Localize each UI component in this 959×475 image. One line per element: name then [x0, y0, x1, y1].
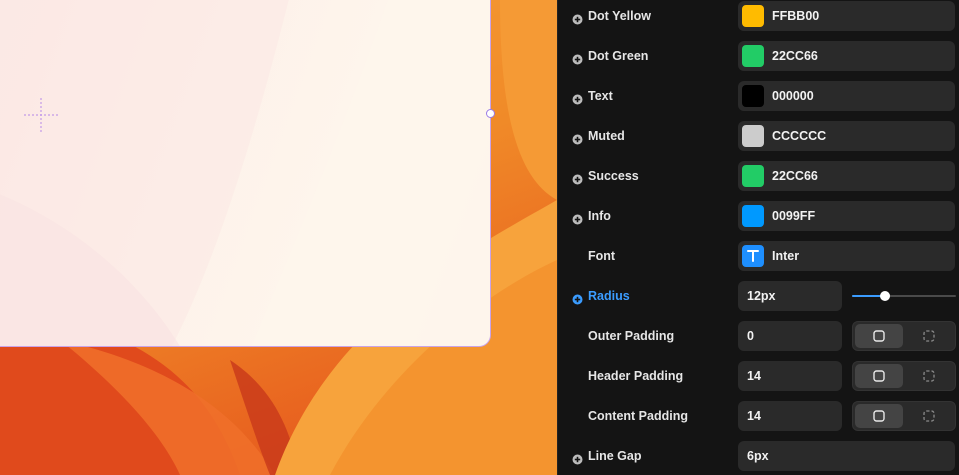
resize-handle[interactable]	[486, 109, 495, 118]
individual-padding-icon	[923, 330, 935, 342]
crosshair-icon	[24, 98, 58, 132]
individual-padding-icon	[923, 370, 935, 382]
property-label: Font	[588, 249, 616, 263]
content-padding-value: 14	[747, 409, 761, 423]
color-hex-value: 22CC66	[772, 49, 818, 63]
uniform-padding-icon	[873, 330, 885, 342]
property-label: Info	[588, 209, 611, 223]
property-row-muted: Muted CCCCCC	[558, 120, 959, 160]
individual-padding-option[interactable]	[905, 324, 953, 348]
property-row-dot-green: Dot Green 22CC66	[558, 40, 959, 80]
individual-padding-option[interactable]	[905, 364, 953, 388]
radius-input[interactable]: 12px	[738, 281, 842, 311]
canvas-area[interactable]	[0, 0, 557, 475]
add-circle-icon[interactable]	[572, 214, 584, 226]
property-label: Header Padding	[588, 369, 684, 383]
add-circle-icon[interactable]	[572, 54, 584, 66]
add-circle-icon[interactable]	[572, 174, 584, 186]
property-label: Content Padding	[588, 409, 688, 423]
property-label: Dot Yellow	[588, 9, 651, 23]
header-padding-mode-toggle[interactable]	[852, 361, 956, 391]
dot-green-color-field[interactable]: 22CC66	[738, 41, 955, 71]
add-circle-icon[interactable]	[572, 94, 584, 106]
header-padding-input[interactable]: 14	[738, 361, 842, 391]
uniform-padding-option[interactable]	[855, 364, 903, 388]
text-type-icon	[742, 245, 764, 267]
info-color-field[interactable]: 0099FF	[738, 201, 955, 231]
success-color-field[interactable]: 22CC66	[738, 161, 955, 191]
property-row-text: Text 000000	[558, 80, 959, 120]
uniform-padding-icon	[873, 370, 885, 382]
content-padding-mode-toggle[interactable]	[852, 401, 956, 431]
add-circle-icon[interactable]	[572, 14, 584, 26]
property-row-font: Font Inter	[558, 240, 959, 280]
color-swatch[interactable]	[742, 5, 764, 27]
property-row-success: Success 22CC66	[558, 160, 959, 200]
properties-panel: Dot Yellow FFBB00 Dot Green 22CC66 Text …	[557, 0, 959, 475]
text-color-field[interactable]: 000000	[738, 81, 955, 111]
property-label: Success	[588, 169, 639, 183]
individual-padding-icon	[923, 410, 935, 422]
property-row-radius: Radius 12px	[558, 280, 959, 320]
property-label: Text	[588, 89, 613, 103]
property-row-content-padding: Content Padding 14	[558, 400, 959, 440]
uniform-padding-icon	[873, 410, 885, 422]
line-gap-input[interactable]: 6px	[738, 441, 955, 471]
color-hex-value: 22CC66	[772, 169, 818, 183]
property-row-line-gap: Line Gap 6px	[558, 440, 959, 475]
slider-thumb[interactable]	[880, 291, 890, 301]
content-padding-input[interactable]: 14	[738, 401, 842, 431]
canvas-frame[interactable]	[0, 0, 491, 347]
add-circle-icon[interactable]	[572, 134, 584, 146]
color-swatch[interactable]	[742, 45, 764, 67]
property-row-dot-yellow: Dot Yellow FFBB00	[558, 0, 959, 40]
header-padding-value: 14	[747, 369, 761, 383]
line-gap-value: 6px	[747, 449, 769, 463]
uniform-padding-option[interactable]	[855, 324, 903, 348]
outer-padding-mode-toggle[interactable]	[852, 321, 956, 351]
property-row-outer-padding: Outer Padding 0	[558, 320, 959, 360]
outer-padding-input[interactable]: 0	[738, 321, 842, 351]
color-swatch[interactable]	[742, 165, 764, 187]
property-label: Muted	[588, 129, 625, 143]
outer-padding-value: 0	[747, 329, 754, 343]
property-label: Outer Padding	[588, 329, 675, 343]
add-circle-icon[interactable]	[572, 454, 584, 466]
color-hex-value: 000000	[772, 89, 814, 103]
property-row-info: Info 0099FF	[558, 200, 959, 240]
font-name: Inter	[772, 249, 800, 263]
uniform-padding-option[interactable]	[855, 404, 903, 428]
add-circle-icon[interactable]	[572, 294, 584, 306]
color-hex-value: CCCCCC	[772, 129, 827, 143]
color-swatch[interactable]	[742, 205, 764, 227]
color-swatch[interactable]	[742, 85, 764, 107]
radius-slider[interactable]	[852, 288, 956, 304]
individual-padding-option[interactable]	[905, 404, 953, 428]
font-select[interactable]: Inter	[738, 241, 955, 271]
color-hex-value: FFBB00	[772, 9, 820, 23]
dot-yellow-color-field[interactable]: FFBB00	[738, 1, 955, 31]
property-label: Dot Green	[588, 49, 649, 63]
radius-value: 12px	[747, 289, 776, 303]
color-swatch[interactable]	[742, 125, 764, 147]
property-label: Radius	[588, 289, 630, 303]
property-row-header-padding: Header Padding 14	[558, 360, 959, 400]
property-label: Line Gap	[588, 449, 642, 463]
muted-color-field[interactable]: CCCCCC	[738, 121, 955, 151]
color-hex-value: 0099FF	[772, 209, 816, 223]
